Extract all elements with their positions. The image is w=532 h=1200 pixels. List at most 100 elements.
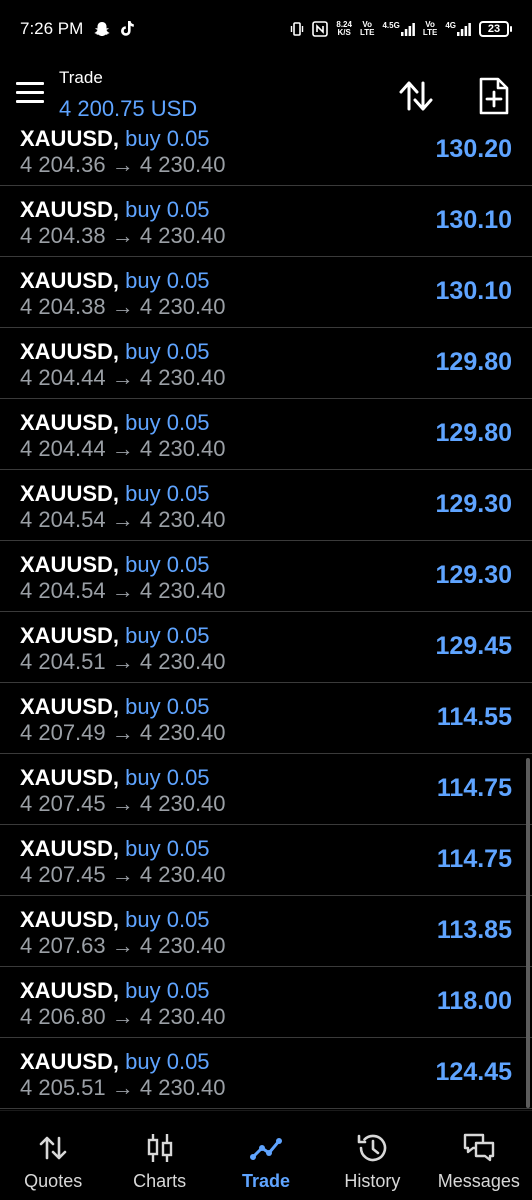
open-price: 4 204.44 [20, 436, 106, 461]
position-prices: 4 207.45 → 4 230.40 [20, 791, 226, 817]
open-price: 4 207.63 [20, 933, 106, 958]
price-arrow: → [111, 294, 134, 319]
position-prices: 4 204.44 → 4 230.40 [20, 436, 226, 462]
position-side-volume: buy 0.05 [125, 694, 210, 719]
position-prices: 4 204.36 → 4 230.40 [20, 152, 226, 178]
nav-charts-label: Charts [133, 1171, 187, 1191]
position-title: XAUUSD, buy 0.05 [20, 410, 210, 436]
current-price: 4 230.40 [139, 1075, 226, 1100]
position-title: XAUUSD, buy 0.05 [20, 339, 210, 365]
position-symbol: XAUUSD, [20, 1049, 120, 1074]
nav-history[interactable]: History [319, 1111, 425, 1200]
position-row[interactable]: XAUUSD, buy 0.05 4 204.38 → 4 230.40 130.1… [0, 186, 532, 257]
nav-trade[interactable]: Trade [213, 1111, 319, 1200]
current-price: 4 230.40 [139, 294, 226, 319]
nav-messages[interactable]: Messages [426, 1111, 532, 1200]
open-price: 4 207.45 [20, 862, 106, 887]
position-side-volume: buy 0.05 [125, 197, 210, 222]
nav-quotes[interactable]: Quotes [0, 1111, 106, 1200]
current-price: 4 230.40 [139, 933, 226, 958]
nav-quotes-label: Quotes [24, 1171, 83, 1191]
position-title: XAUUSD, buy 0.05 [20, 978, 210, 1004]
position-row[interactable]: XAUUSD, buy 0.05 4 204.54 → 4 230.40 129.3… [0, 541, 532, 612]
trend-line-icon [250, 1138, 283, 1160]
sort-icon[interactable] [396, 76, 436, 116]
position-row[interactable]: XAUUSD, buy 0.05 4 206.80 → 4 230.40 118.0… [0, 967, 532, 1038]
new-order-icon[interactable] [476, 76, 512, 116]
page-title: Trade [59, 68, 103, 87]
position-profit: 129.45 [435, 632, 512, 660]
open-price: 4 205.51 [20, 1075, 106, 1100]
position-side-volume: buy 0.05 [125, 907, 210, 932]
position-title: XAUUSD, buy 0.05 [20, 268, 210, 294]
position-symbol: XAUUSD, [20, 268, 120, 293]
price-arrow: → [111, 152, 134, 177]
current-price: 4 230.40 [139, 791, 226, 816]
position-profit: 130.10 [435, 206, 512, 234]
snapchat-icon [94, 22, 110, 36]
position-symbol: XAUUSD, [20, 197, 120, 222]
price-arrow: → [111, 578, 134, 603]
current-price: 4 230.40 [139, 578, 226, 603]
sim1-volte-tag: Vo LTE [359, 20, 375, 37]
price-arrow: → [111, 1004, 134, 1029]
position-prices: 4 204.44 → 4 230.40 [20, 365, 226, 391]
position-symbol: XAUUSD, [20, 410, 120, 435]
open-price: 4 207.45 [20, 791, 106, 816]
position-title: XAUUSD, buy 0.05 [20, 623, 210, 649]
position-prices: 4 204.38 → 4 230.40 [20, 294, 226, 320]
position-row[interactable]: XAUUSD, buy 0.05 4 204.44 → 4 230.40 129.8… [0, 328, 532, 399]
position-row[interactable]: XAUUSD, buy 0.05 4 204.36 → 4 230.40 130.2… [0, 130, 532, 186]
position-row[interactable]: XAUUSD, buy 0.05 4 207.45 → 4 230.40 114.7… [0, 754, 532, 825]
position-prices: 4 207.63 → 4 230.40 [20, 933, 226, 959]
signal-bars-icon [457, 23, 471, 36]
position-prices: 4 206.80 → 4 230.40 [20, 1004, 226, 1030]
bottom-navigation: Quotes Charts Trade History Messages [0, 1110, 532, 1200]
price-arrow: → [111, 507, 134, 532]
position-title: XAUUSD, buy 0.05 [20, 552, 210, 578]
open-price: 4 204.36 [20, 152, 106, 177]
position-title: XAUUSD, buy 0.05 [20, 907, 210, 933]
position-symbol: XAUUSD, [20, 552, 120, 577]
position-prices: 4 207.49 → 4 230.40 [20, 720, 226, 746]
position-row[interactable]: XAUUSD, buy 0.05 4 205.51 → 4 230.40 124.4… [0, 1038, 532, 1109]
position-row[interactable]: XAUUSD, buy 0.05 4 204.54 → 4 230.40 129.3… [0, 470, 532, 541]
position-title: XAUUSD, buy 0.05 [20, 481, 210, 507]
position-prices: 4 207.45 → 4 230.40 [20, 862, 226, 888]
current-price: 4 230.40 [139, 152, 226, 177]
nav-messages-label: Messages [437, 1171, 520, 1191]
scrollbar[interactable] [526, 758, 530, 1108]
position-profit: 129.80 [435, 419, 512, 447]
position-row[interactable]: XAUUSD, buy 0.05 4 207.49 → 4 230.40 114.5… [0, 683, 532, 754]
current-price: 4 230.40 [139, 1004, 226, 1029]
chat-bubbles-icon [463, 1133, 495, 1162]
position-side-volume: buy 0.05 [125, 410, 210, 435]
position-row[interactable]: XAUUSD, buy 0.05 4 204.38 → 4 230.40 130.1… [0, 257, 532, 328]
position-row[interactable]: XAUUSD, buy 0.05 4 207.63 → 4 230.40 113.8… [0, 896, 532, 967]
nav-charts[interactable]: Charts [106, 1111, 212, 1200]
position-prices: 4 204.51 → 4 230.40 [20, 649, 226, 675]
open-price: 4 204.54 [20, 578, 106, 603]
position-row[interactable]: XAUUSD, buy 0.05 4 204.51 → 4 230.40 129.4… [0, 612, 532, 683]
position-side-volume: buy 0.05 [125, 1049, 210, 1074]
position-side-volume: buy 0.05 [125, 339, 210, 364]
position-profit: 124.45 [435, 1058, 512, 1086]
positions-list[interactable]: XAUUSD, buy 0.05 4 204.36 → 4 230.40 130.2… [0, 130, 532, 1110]
position-row[interactable]: XAUUSD, buy 0.05 4 204.44 → 4 230.40 129.8… [0, 399, 532, 470]
price-arrow: → [111, 720, 134, 745]
network2-label: 4G [445, 21, 456, 30]
status-time: 7:26 PM [20, 19, 84, 38]
current-price: 4 230.40 [139, 507, 226, 532]
position-row[interactable]: XAUUSD, buy 0.05 4 207.45 → 4 230.40 114.7… [0, 825, 532, 896]
position-symbol: XAUUSD, [20, 339, 120, 364]
open-price: 4 204.54 [20, 507, 106, 532]
vibrate-icon [291, 22, 304, 36]
position-prices: 4 204.54 → 4 230.40 [20, 578, 226, 604]
position-side-volume: buy 0.05 [125, 978, 210, 1003]
position-title: XAUUSD, buy 0.05 [20, 197, 210, 223]
position-profit: 114.75 [436, 845, 512, 873]
menu-icon[interactable] [16, 82, 44, 104]
position-profit: 114.75 [436, 774, 512, 802]
battery-icon: 23 [479, 21, 512, 37]
current-price: 4 230.40 [139, 365, 226, 390]
